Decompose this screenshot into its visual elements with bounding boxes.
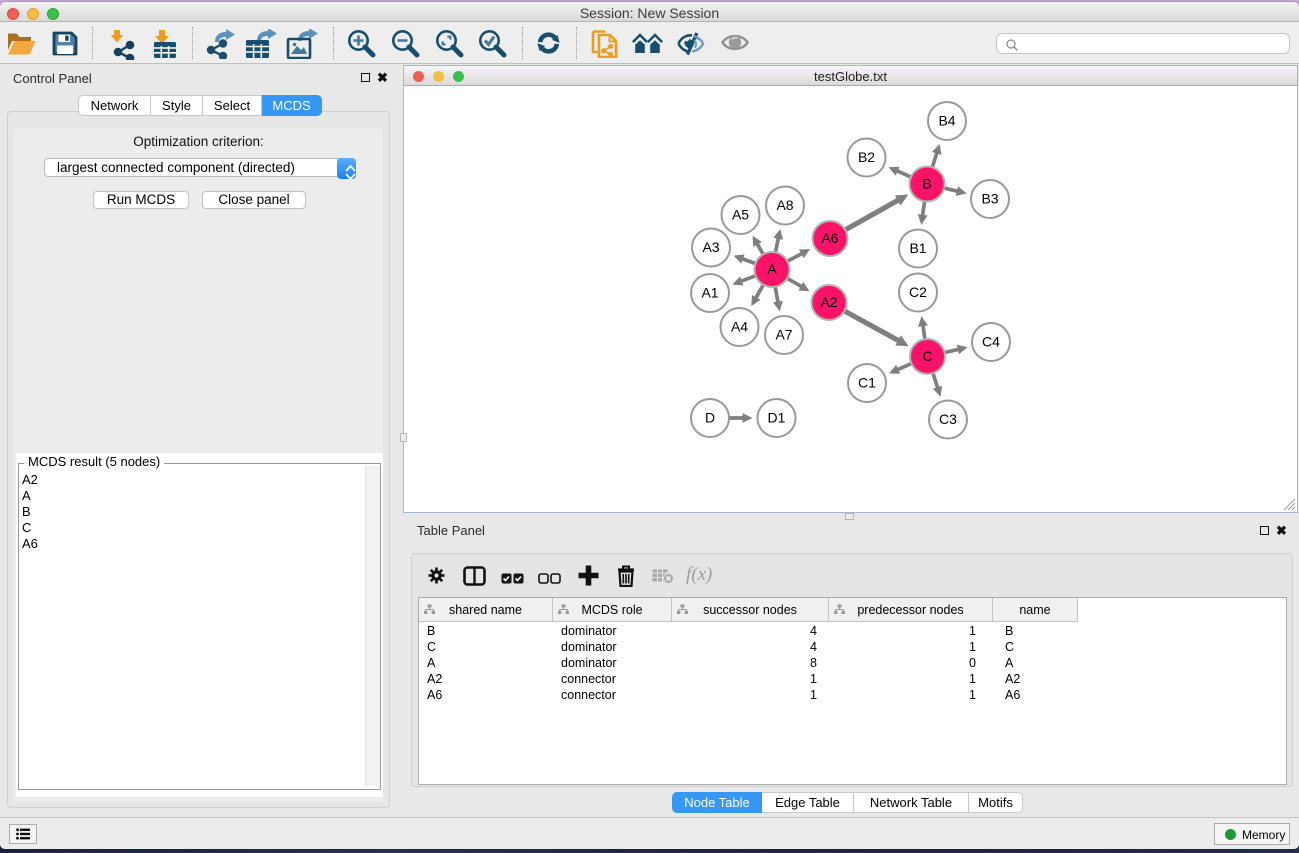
svg-text:A4: A4 [731,319,748,335]
svg-text:A8: A8 [776,197,793,213]
svg-text:D: D [705,410,715,426]
svg-text:A1: A1 [701,285,718,301]
svg-text:A7: A7 [775,327,792,343]
svg-text:B: B [922,176,931,192]
svg-text:A2: A2 [820,294,837,310]
svg-text:A5: A5 [732,207,749,223]
svg-text:A3: A3 [702,239,719,255]
svg-text:B3: B3 [981,191,998,207]
svg-text:D1: D1 [768,410,786,426]
svg-text:B2: B2 [858,149,875,165]
svg-text:C3: C3 [939,411,957,427]
svg-text:A6: A6 [821,230,838,246]
svg-text:A: A [767,261,777,277]
svg-text:C: C [922,348,932,364]
svg-text:B1: B1 [909,240,926,256]
svg-text:B4: B4 [938,113,955,129]
svg-text:C2: C2 [909,284,927,300]
svg-text:C4: C4 [982,334,1000,350]
svg-text:C1: C1 [858,375,876,391]
